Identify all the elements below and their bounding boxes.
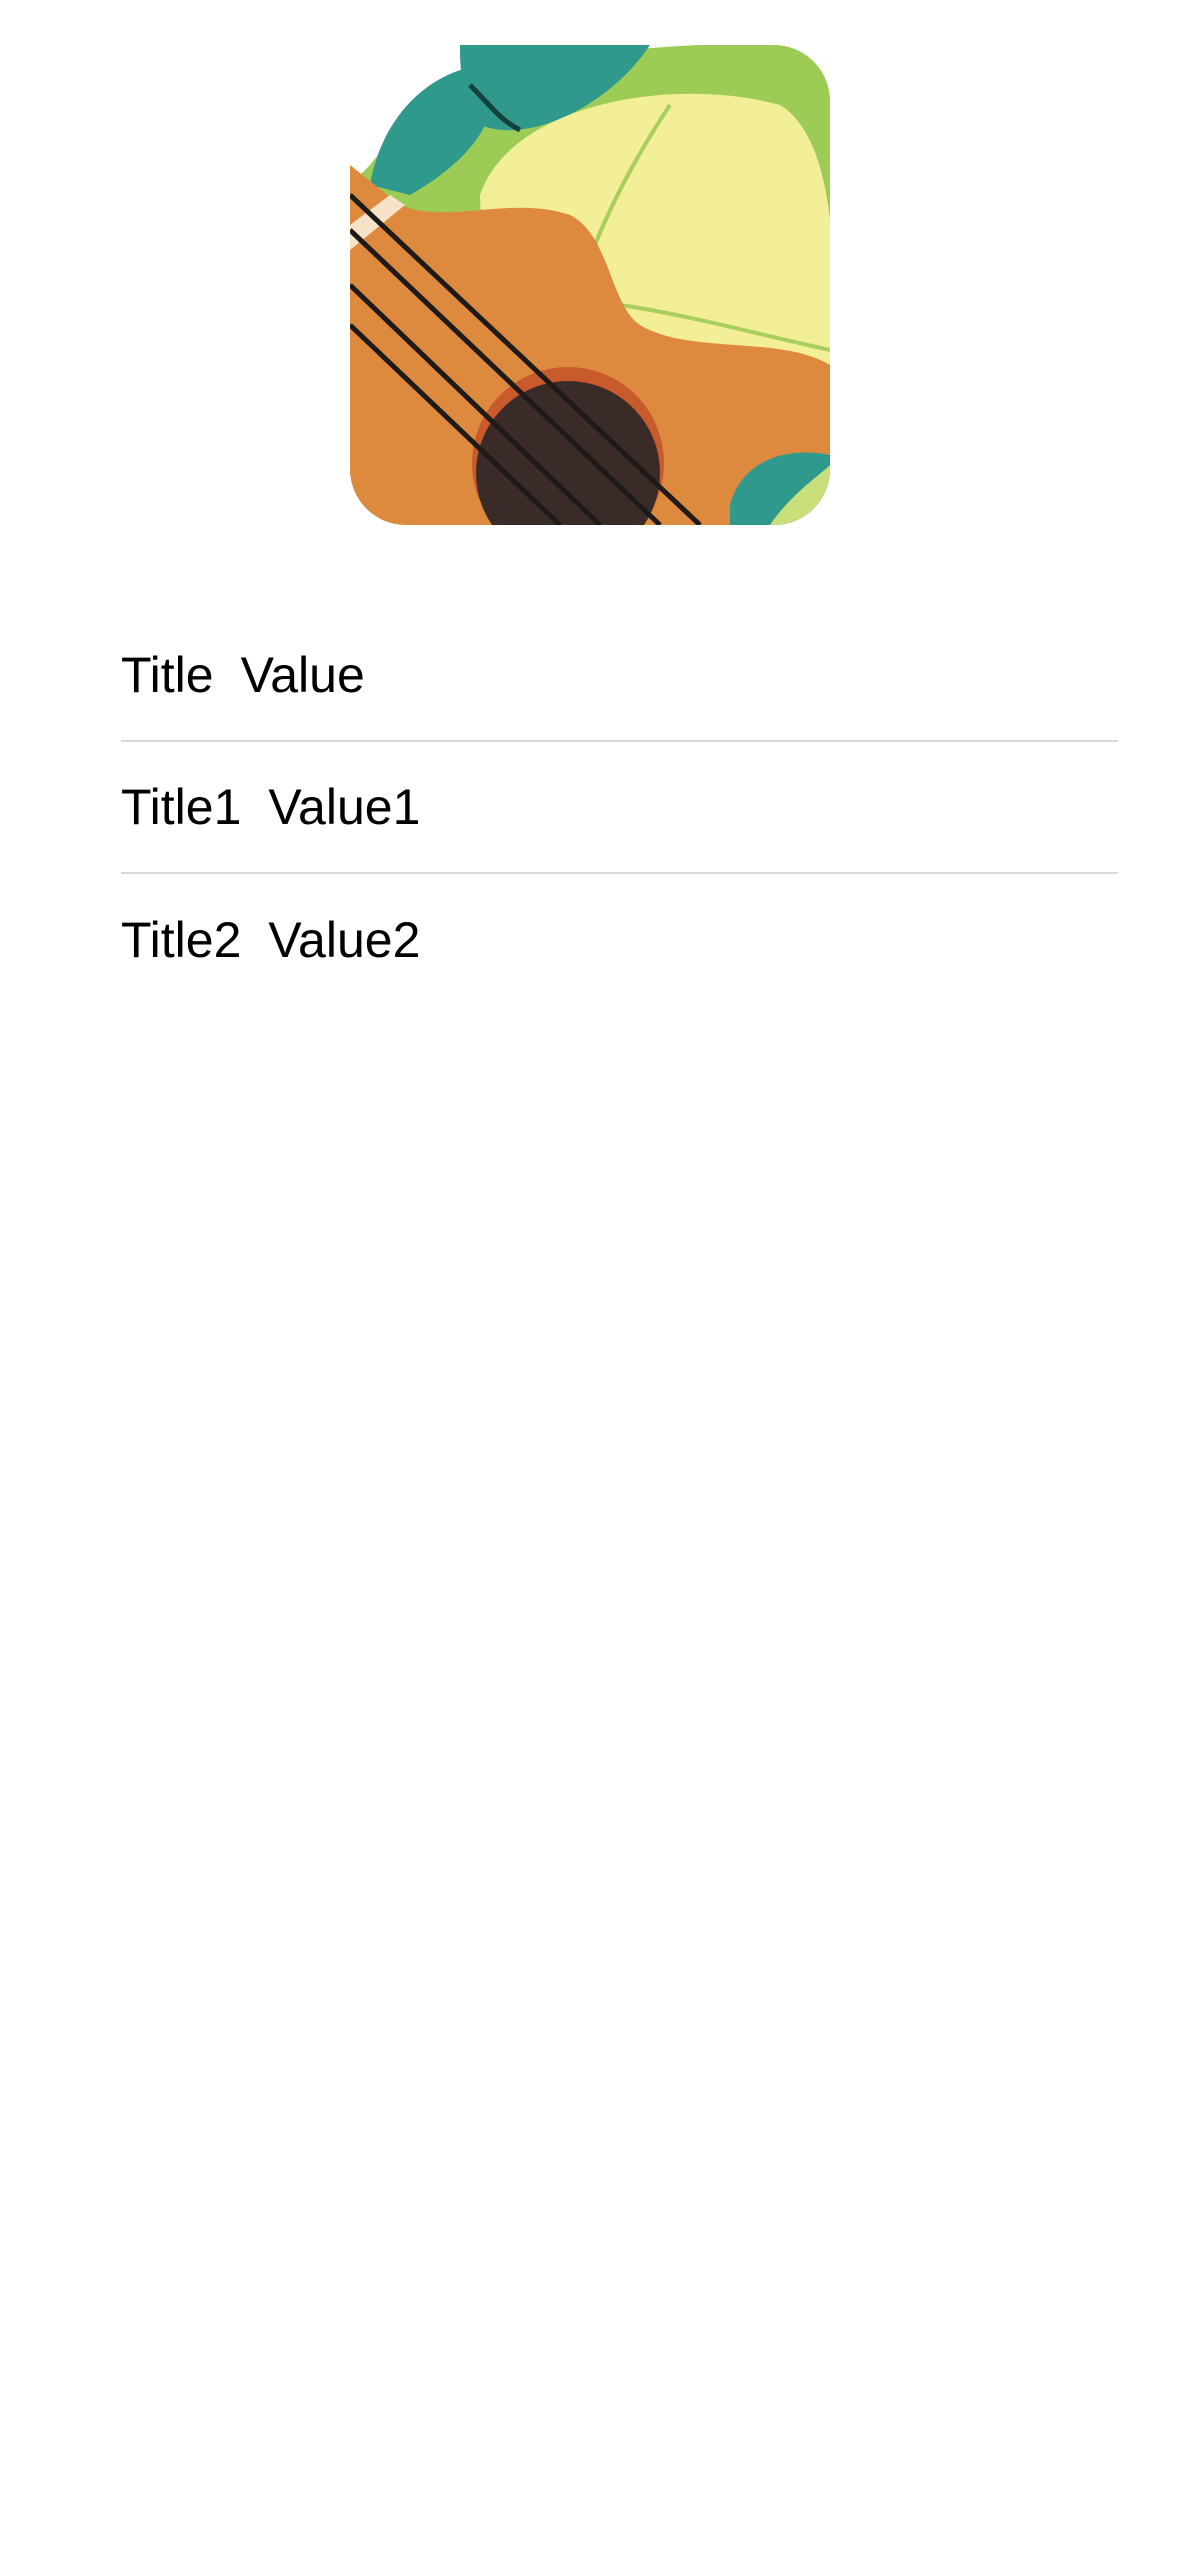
item-title: Title1 bbox=[121, 779, 242, 835]
ukulele-artwork-icon bbox=[350, 45, 830, 525]
item-value: Value bbox=[240, 647, 365, 703]
item-title: Title2 bbox=[121, 912, 242, 968]
list-item[interactable]: Title1 Value1 bbox=[121, 742, 1118, 874]
list-item[interactable]: Title2 Value2 bbox=[121, 874, 1118, 1006]
info-list: Title Value Title1 Value1 Title2 Value2 bbox=[121, 610, 1118, 1006]
album-artwork bbox=[350, 45, 830, 525]
item-title: Title bbox=[121, 647, 214, 703]
item-value: Value2 bbox=[268, 912, 421, 968]
item-value: Value1 bbox=[268, 779, 421, 835]
list-item[interactable]: Title Value bbox=[121, 610, 1118, 742]
